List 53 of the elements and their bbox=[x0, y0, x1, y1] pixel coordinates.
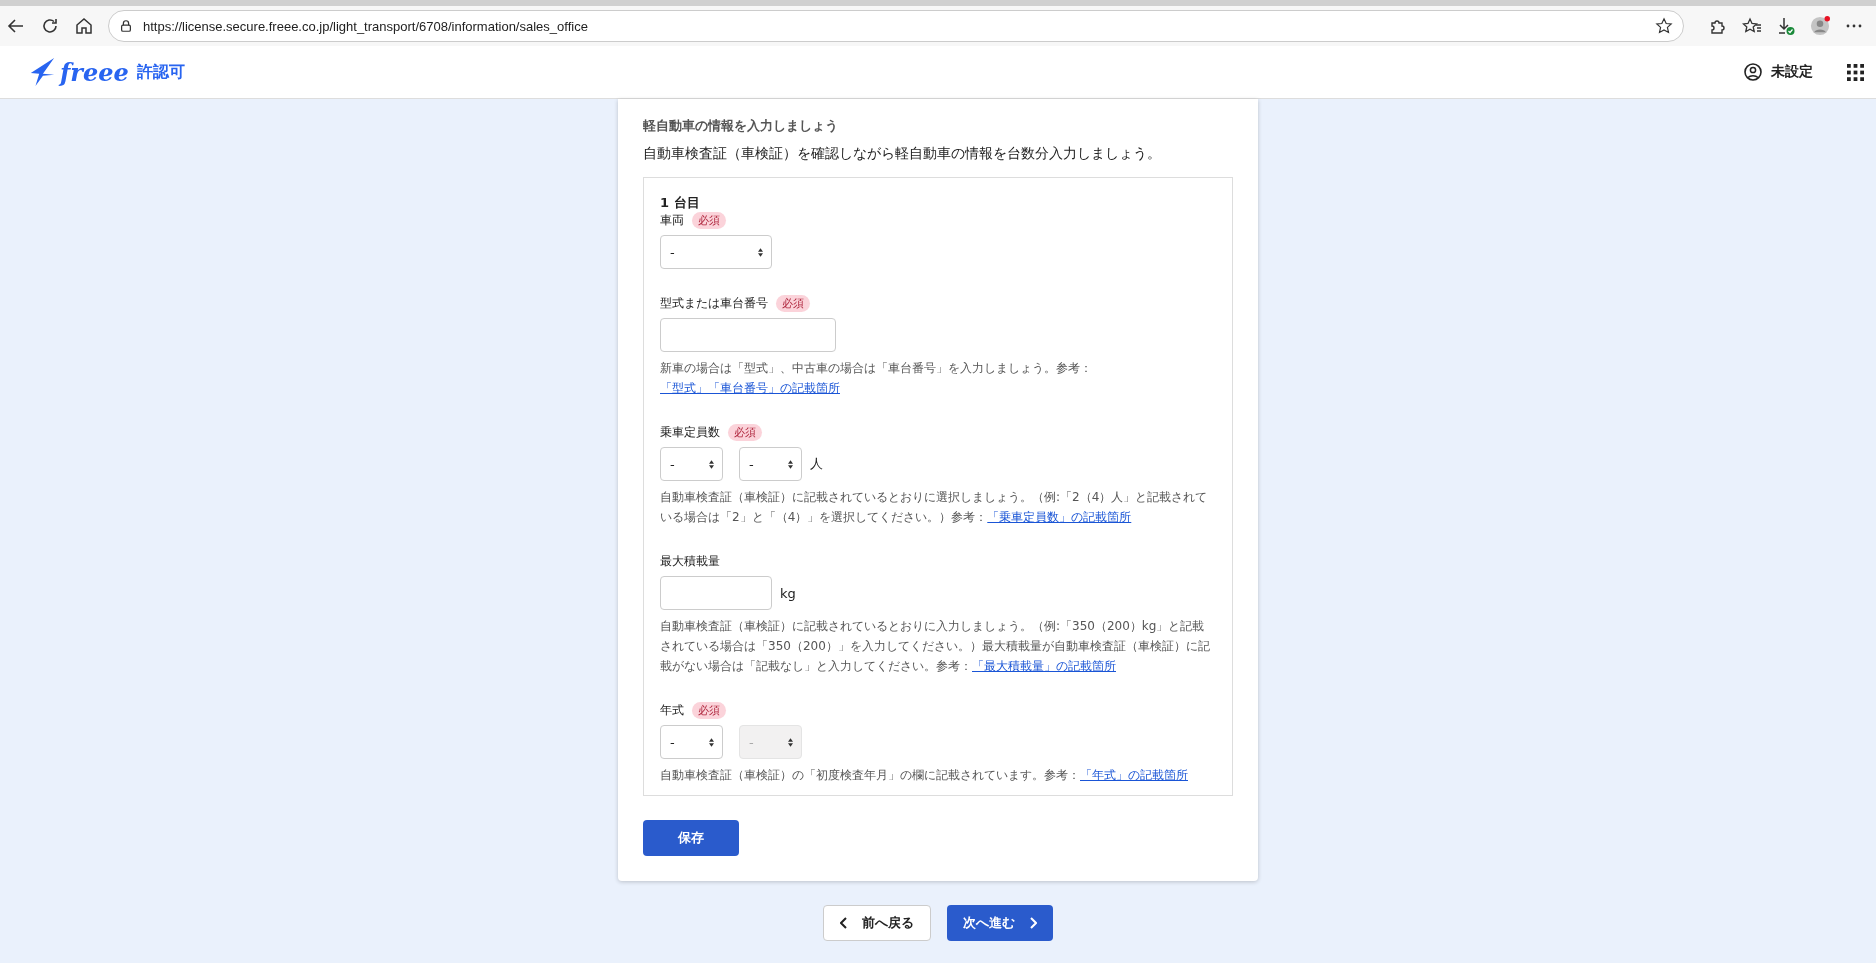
url-text: https://license.secure.freee.co.jp/light_transport/6708/information/sales_office bbox=[143, 18, 589, 34]
vehicle-heading: 1 台目 bbox=[660, 194, 701, 212]
required-badge: 必須 bbox=[728, 424, 762, 441]
field-label: 最大積載量 bbox=[660, 553, 720, 570]
reference-link[interactable]: 「最大積載量」の記載箇所 bbox=[972, 659, 1116, 673]
input-field[interactable] bbox=[660, 576, 772, 610]
star-icon[interactable] bbox=[1655, 17, 1673, 35]
select-dropdown[interactable]: - bbox=[660, 725, 723, 759]
help-text: 自動車検査証（車検証）の「初度検査年月」の欄に記載されています。参考：「年式」の記載箇所 bbox=[660, 767, 1189, 784]
up-down-arrows-icon bbox=[709, 459, 714, 469]
up-down-arrows-icon bbox=[758, 247, 763, 257]
user-name[interactable]: 未設定 bbox=[1771, 63, 1813, 81]
field-label: 年式 bbox=[660, 702, 684, 719]
refresh-icon[interactable] bbox=[40, 16, 60, 36]
unit-label: kg bbox=[780, 585, 796, 601]
lock-icon bbox=[119, 19, 133, 33]
reference-link[interactable]: 「年式」の記載箇所 bbox=[1080, 768, 1188, 782]
section-description: 自動車検査証（車検証）を確認しながら軽自動車の情報を台数分入力しましょう。 bbox=[643, 145, 1162, 163]
bird-logo-icon bbox=[28, 56, 56, 88]
next-button[interactable]: 次へ進む bbox=[947, 905, 1053, 941]
profile-avatar-icon[interactable] bbox=[1810, 16, 1830, 36]
product-name: 許認可 bbox=[136, 61, 185, 83]
unit-label: 人 bbox=[810, 455, 823, 473]
chevron-right-icon bbox=[1029, 917, 1037, 929]
user-circle-icon[interactable] bbox=[1743, 62, 1763, 82]
select-dropdown[interactable]: - bbox=[739, 447, 802, 481]
download-icon[interactable] bbox=[1776, 16, 1796, 36]
up-down-arrows-icon bbox=[788, 459, 793, 469]
back-button[interactable]: 前へ戻る bbox=[823, 905, 931, 941]
chevron-left-icon bbox=[840, 917, 848, 929]
reference-link[interactable]: 「乗車定員数」の記載箇所 bbox=[987, 510, 1132, 524]
input-field[interactable] bbox=[660, 318, 836, 352]
section-title: 軽自動車の情報を入力しましょう bbox=[643, 117, 839, 135]
required-badge: 必須 bbox=[692, 702, 726, 719]
home-icon[interactable] bbox=[74, 16, 94, 36]
help-text: 新車の場合は「型式」、中古車の場合は「車台番号」を入力しましょう。参考： 「型式」「車台番号」の記載箇所 bbox=[660, 360, 1093, 397]
address-bar[interactable]: https://license.secure.freee.co.jp/light_transport/6708/information/sales_office bbox=[108, 10, 1684, 42]
save-button[interactable]: 保存 bbox=[643, 820, 739, 856]
help-text: 自動車検査証（車検証）に記載されているとおりに入力しましょう。（例:「350（200）kg」と記載されている場合は「350（200）」を入力してください。）最大積載量が自動車検査証（車検証）に記載がない場合は「記載なし」と入力してください。参考：「最大積載量」の記載箇所 bbox=[660, 618, 1211, 675]
logo-text[interactable]: freee bbox=[60, 57, 129, 87]
field-label: 車両 bbox=[660, 212, 684, 229]
up-down-arrows-icon bbox=[788, 737, 793, 747]
field-label: 型式または車台番号 bbox=[660, 295, 768, 312]
field-label: 乗車定員数 bbox=[660, 424, 720, 441]
reference-link[interactable]: 「型式」「車台番号」の記載箇所 bbox=[660, 381, 840, 395]
required-badge: 必須 bbox=[776, 295, 810, 312]
up-down-arrows-icon bbox=[709, 737, 714, 747]
select-dropdown[interactable]: - bbox=[660, 235, 772, 269]
app-grid-icon[interactable] bbox=[1847, 63, 1864, 81]
help-text: 自動車検査証（車検証）に記載されているとおりに選択しましょう。（例:「2（4）人」と記載されている場合は「2」と「（4）」を選択してください。）参考：「乗車定員数」の記載箇所 bbox=[660, 489, 1209, 526]
favorites-icon[interactable] bbox=[1742, 16, 1762, 36]
select-dropdown[interactable]: - bbox=[660, 447, 723, 481]
required-badge: 必須 bbox=[692, 212, 726, 229]
